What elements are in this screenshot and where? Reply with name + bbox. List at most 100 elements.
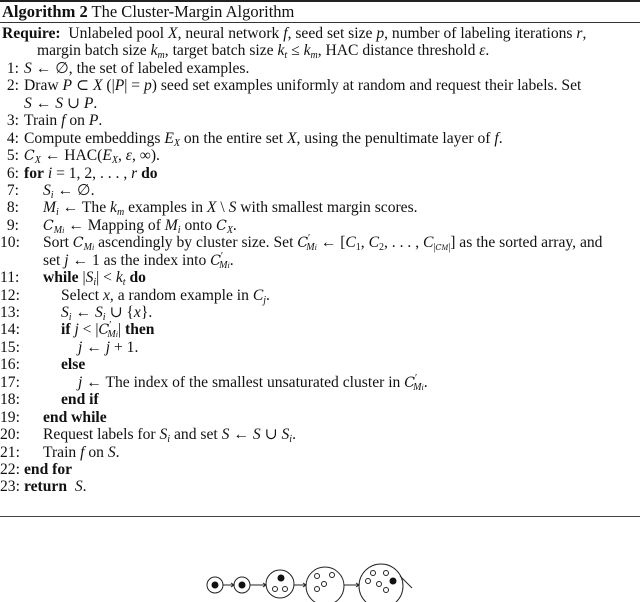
hollow-point bbox=[365, 578, 371, 584]
step-10: 10: Sort CMi ascendingly by cluster size… bbox=[0, 233, 603, 254]
hollow-point bbox=[321, 581, 327, 587]
hollow-point bbox=[272, 586, 278, 592]
step-13: 13: Si ← Si ∪ {x}. bbox=[0, 304, 640, 323]
math: S bbox=[24, 94, 32, 112]
text: ascendingly by cluster size. Set bbox=[94, 234, 298, 252]
text: ] as the sorted array, and bbox=[450, 234, 603, 252]
step-19: 19: end while bbox=[0, 409, 640, 426]
text: Sort bbox=[43, 234, 73, 252]
text: . bbox=[232, 216, 237, 234]
math: k bbox=[150, 42, 158, 60]
math: S bbox=[94, 304, 103, 321]
step-1: 1: S ← ∅, the set of labeled examples. bbox=[0, 60, 640, 77]
step-20: 20: Request labels for Si and set S ← S … bbox=[0, 426, 640, 445]
text: Train bbox=[43, 443, 81, 461]
math: S bbox=[24, 59, 32, 77]
text: }. bbox=[140, 304, 153, 321]
text: = 1, 2, . . . , bbox=[52, 164, 132, 182]
step-22: 22: end for bbox=[0, 461, 640, 478]
line-number: 14: bbox=[0, 321, 20, 339]
text: . bbox=[90, 181, 95, 199]
math: r bbox=[131, 164, 138, 182]
line-number: 13: bbox=[0, 304, 20, 321]
step-18: 18: end if bbox=[0, 391, 640, 408]
math: C bbox=[422, 234, 434, 252]
text: onto bbox=[180, 216, 217, 234]
step-10-continued: set j ← 1 as the index into C′Mi. bbox=[0, 251, 640, 270]
text: ∪ bbox=[260, 426, 282, 444]
math: p bbox=[376, 25, 385, 42]
math: P bbox=[62, 77, 73, 95]
text: ← bbox=[82, 338, 106, 356]
keyword: end if bbox=[61, 391, 99, 409]
math: x bbox=[103, 286, 110, 304]
filled-point bbox=[389, 577, 397, 585]
hollow-point bbox=[282, 586, 288, 592]
text: . bbox=[423, 373, 428, 391]
text: ← bbox=[58, 199, 82, 217]
math: S bbox=[74, 478, 83, 496]
text: ← bbox=[82, 373, 106, 391]
keyword: do bbox=[129, 269, 146, 287]
math: S bbox=[61, 304, 69, 321]
keyword: end for bbox=[24, 460, 73, 478]
cluster-3 bbox=[265, 569, 295, 599]
text: on bbox=[84, 443, 108, 461]
line-number: 7: bbox=[6, 181, 19, 199]
text: < bbox=[99, 269, 116, 287]
hollow-point bbox=[376, 581, 382, 587]
text: ← bbox=[316, 234, 341, 252]
text: and set bbox=[170, 426, 222, 444]
text: The bbox=[81, 199, 111, 217]
step-14: 14: if j < |C′Mi| then bbox=[0, 321, 640, 340]
step-11: 11: while |Si| < kt do bbox=[0, 269, 640, 288]
math: S bbox=[107, 443, 116, 461]
text: , seed set size bbox=[287, 25, 377, 42]
keyword: then bbox=[125, 321, 155, 339]
step-8: 8: Mi ← The km examples in X \ S with sm… bbox=[0, 199, 640, 218]
text: , the set of labeled examples. bbox=[68, 59, 250, 77]
text: ← bbox=[31, 94, 56, 112]
math: C bbox=[72, 235, 84, 252]
text: Train bbox=[24, 112, 62, 130]
text: ∪ bbox=[62, 94, 84, 112]
require-keyword: Require: bbox=[2, 25, 61, 42]
math: k bbox=[115, 269, 123, 287]
line-number: 9: bbox=[6, 216, 19, 234]
step-17: 17: j ← The index of the smallest unsatu… bbox=[0, 373, 640, 392]
hollow-point bbox=[383, 570, 389, 576]
text: | = bbox=[124, 77, 144, 95]
algorithm-caption: Algorithm 2 The Cluster-Margin Algorithm bbox=[2, 3, 294, 21]
text: , a random example in bbox=[109, 286, 253, 304]
hollow-point bbox=[329, 572, 335, 578]
math: E bbox=[102, 147, 112, 165]
arrow-5 bbox=[399, 575, 413, 589]
text: 1 as the index into bbox=[91, 251, 211, 269]
math: E bbox=[164, 129, 174, 147]
text: on bbox=[65, 112, 89, 130]
step-2: 2: Draw P ⊂ X (|P| = p) seed set example… bbox=[0, 77, 640, 94]
keyword: if bbox=[61, 321, 71, 339]
math: P bbox=[88, 112, 99, 130]
require-line-1: Require: Unlabeled pool X, neural networ… bbox=[0, 25, 640, 42]
math: P bbox=[83, 94, 94, 112]
math: P bbox=[114, 77, 125, 95]
text: , bbox=[117, 147, 126, 165]
text: ∅ bbox=[55, 59, 69, 77]
step-21: 21: Train f on S. bbox=[0, 444, 640, 461]
text: ← bbox=[53, 181, 77, 199]
text: , ∞). bbox=[131, 147, 160, 165]
text: set bbox=[43, 251, 65, 269]
step-3: 3: Train f on P. bbox=[0, 112, 640, 129]
text: examples in bbox=[124, 199, 207, 217]
math: C bbox=[43, 217, 54, 234]
bottom-rule bbox=[0, 516, 640, 517]
filled-point bbox=[238, 581, 246, 589]
text: (| bbox=[102, 77, 115, 95]
text: ) seed set examples uniformly at random … bbox=[151, 77, 582, 95]
math: C bbox=[24, 148, 35, 165]
text: ≤ bbox=[287, 42, 304, 60]
text: ← bbox=[64, 216, 88, 234]
caption-rule bbox=[0, 22, 640, 23]
text: | bbox=[117, 321, 122, 339]
